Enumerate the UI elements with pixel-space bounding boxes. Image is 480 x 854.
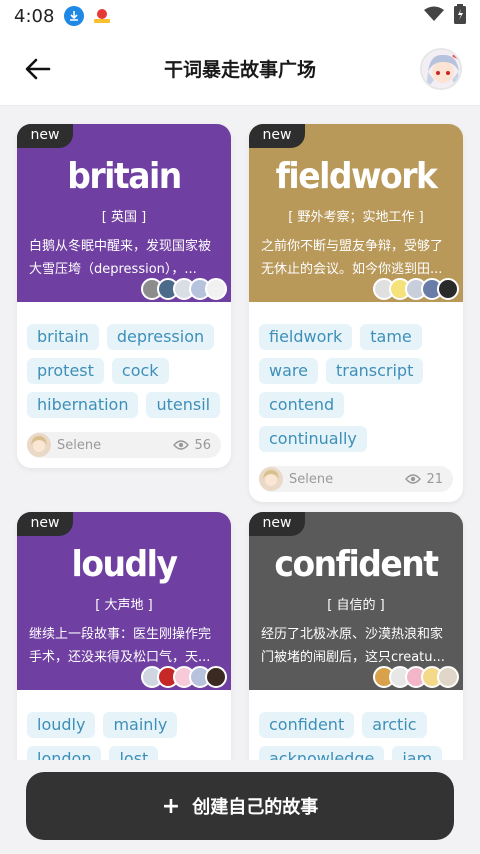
card-header: new confident [ 自信的 ] 经历了北极冰原、沙漠热浪和家门被堵的…	[249, 512, 463, 690]
tag-list: fieldwork tame ware transcript contend c…	[249, 302, 463, 452]
word-tag[interactable]: mainly	[103, 712, 178, 738]
word-tag[interactable]: london	[27, 746, 102, 760]
card-header: new britain [ 英国 ] 白鹅从冬眠中醒来，发现国家被大雪压垮（de…	[17, 124, 231, 302]
author-name: Selene	[57, 437, 102, 453]
card-story-preview: 白鹅从冬眠中醒来，发现国家被大雪压垮（depression），...	[29, 239, 212, 277]
word-tag[interactable]: ware	[259, 358, 318, 384]
word-tag[interactable]: jam	[392, 746, 443, 760]
eye-icon	[405, 474, 422, 484]
author-avatar[interactable]	[259, 467, 283, 491]
story-card[interactable]: new fieldwork [ 野外考察；实地工作 ] 之前你不断与盟友争辩，受…	[249, 124, 463, 502]
reader-avatars	[373, 278, 459, 302]
story-card[interactable]: new confident [ 自信的 ] 经历了北极冰原、沙漠热浪和家门被堵的…	[249, 512, 463, 760]
word-tag[interactable]: protest	[27, 358, 104, 384]
word-tag[interactable]: transcript	[325, 358, 424, 384]
card-word: fieldwork	[275, 154, 438, 197]
reader-avatar	[437, 278, 459, 300]
card-meaning: [ 自信的 ]	[327, 598, 385, 613]
reader-avatars	[373, 666, 459, 690]
card-word: britain	[67, 154, 182, 197]
wifi-icon	[424, 6, 444, 26]
card-footer: Selene 21	[259, 466, 453, 492]
word-tag[interactable]: continually	[259, 426, 367, 452]
app-notification-icon	[92, 6, 113, 26]
create-story-label: 创建自己的故事	[192, 797, 319, 818]
word-tag[interactable]: tame	[360, 324, 422, 350]
back-button[interactable]	[18, 52, 58, 86]
word-tag[interactable]: loudly	[27, 712, 96, 738]
card-story-preview: 继续上一段故事：医生刚操作完手术，还没来得及松口气，天...	[29, 627, 212, 665]
view-count: 56	[173, 438, 211, 453]
word-tag[interactable]: fieldwork	[259, 324, 353, 350]
word-tag[interactable]: depression	[106, 324, 215, 350]
card-story-preview: 经历了北极冰原、沙漠热浪和家门被堵的闹剧后，这只creatu...	[261, 627, 445, 665]
card-word: loudly	[71, 542, 178, 585]
card-meaning: [ 大声地 ]	[95, 598, 153, 613]
reader-avatar	[205, 666, 227, 688]
tag-list: loudly mainly london lost	[17, 690, 231, 760]
card-header: new fieldwork [ 野外考察；实地工作 ] 之前你不断与盟友争辩，受…	[249, 124, 463, 302]
reader-avatars	[141, 666, 227, 690]
word-tag[interactable]: cock	[111, 358, 169, 384]
plus-icon: +	[161, 793, 181, 819]
reader-avatar	[205, 278, 227, 300]
new-badge: new	[249, 512, 305, 536]
card-meaning: [ 英国 ]	[101, 210, 147, 225]
tag-list: confident arctic acknowledge jam	[249, 690, 463, 760]
card-meaning: [ 野外考察；实地工作 ]	[288, 210, 424, 225]
user-avatar[interactable]	[420, 48, 462, 90]
view-count: 21	[405, 472, 443, 487]
battery-icon	[454, 4, 466, 28]
story-feed[interactable]: new britain [ 英国 ] 白鹅从冬眠中醒来，发现国家被大雪压垮（de…	[0, 106, 480, 760]
app-bar: 干词暴走故事广场	[0, 32, 480, 106]
status-bar: 4:08	[0, 0, 480, 32]
word-tag[interactable]: hibernation	[27, 392, 139, 418]
word-tag[interactable]: contend	[259, 392, 345, 418]
new-badge: new	[17, 512, 73, 536]
word-tag[interactable]: confident	[259, 712, 355, 738]
reader-avatars	[141, 278, 227, 302]
create-story-button[interactable]: + 创建自己的故事	[26, 772, 454, 840]
author-name: Selene	[289, 471, 334, 487]
tag-list: britain depression protest cock hibernat…	[17, 302, 231, 418]
word-tag[interactable]: arctic	[362, 712, 427, 738]
view-count-value: 21	[426, 471, 443, 487]
eye-icon	[173, 440, 190, 450]
status-time: 4:08	[14, 5, 55, 27]
new-badge: new	[249, 124, 305, 148]
story-card[interactable]: new britain [ 英国 ] 白鹅从冬眠中醒来，发现国家被大雪压垮（de…	[17, 124, 231, 468]
word-tag[interactable]: britain	[27, 324, 99, 350]
story-card[interactable]: new loudly [ 大声地 ] 继续上一段故事：医生刚操作完手术，还没来得…	[17, 512, 231, 760]
word-tag[interactable]: acknowledge	[259, 746, 385, 760]
new-badge: new	[17, 124, 73, 148]
download-icon	[64, 6, 85, 26]
card-footer: Selene 56	[27, 432, 221, 458]
word-tag[interactable]: utensil	[146, 392, 221, 418]
card-story-preview: 之前你不断与盟友争辩，受够了无休止的会议。如今你逃到田...	[261, 239, 444, 277]
card-word: confident	[274, 542, 439, 585]
back-arrow-icon	[25, 58, 51, 80]
author-avatar[interactable]	[27, 433, 51, 457]
page-title: 干词暴走故事广场	[163, 59, 316, 81]
card-header: new loudly [ 大声地 ] 继续上一段故事：医生刚操作完手术，还没来得…	[17, 512, 231, 690]
view-count-value: 56	[194, 437, 211, 453]
reader-avatar	[437, 666, 459, 688]
word-tag[interactable]: lost	[109, 746, 159, 760]
